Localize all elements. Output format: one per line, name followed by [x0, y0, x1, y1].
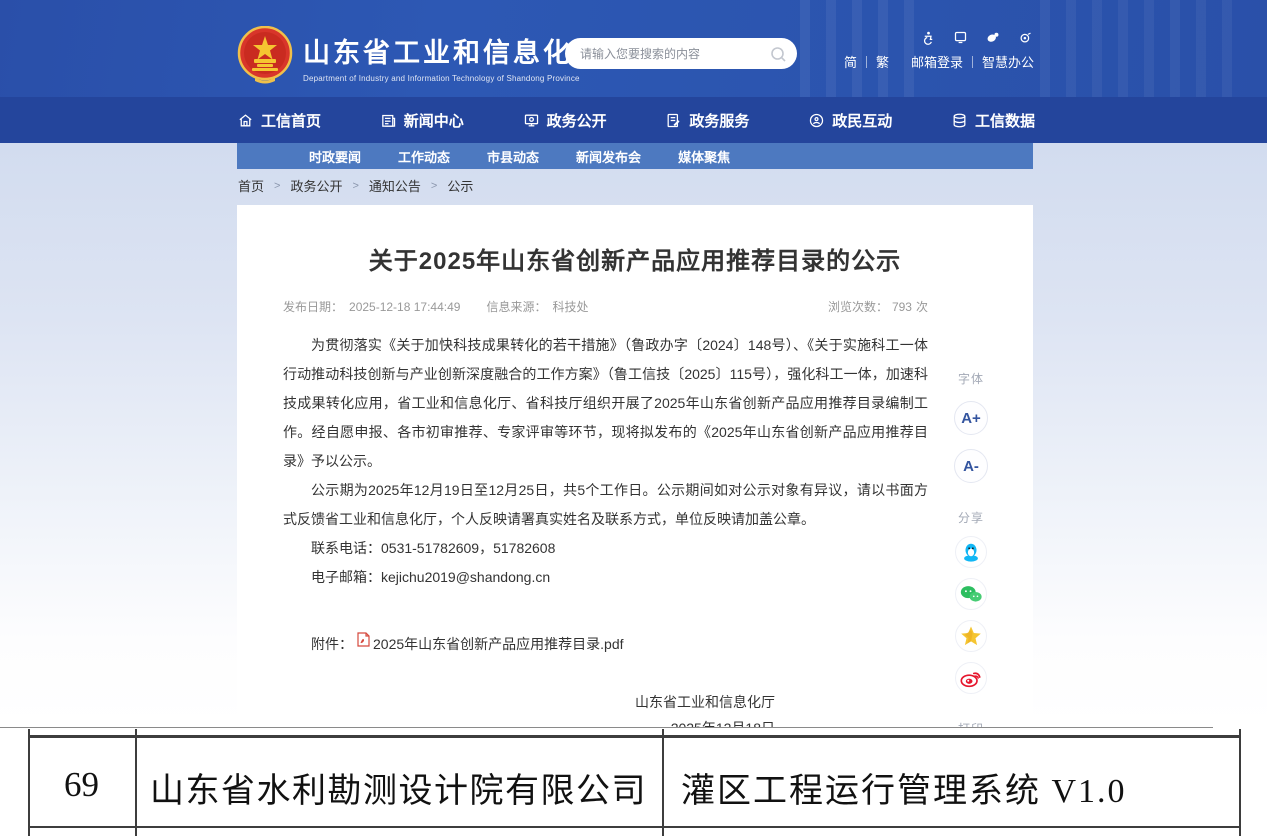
views-label: 浏览次数： [828, 300, 888, 314]
chevron-right-icon: > [352, 180, 358, 192]
nav-item-label: 工信首页 [261, 110, 321, 131]
table-border [28, 735, 1241, 738]
home-icon [237, 112, 254, 129]
breadcrumb-gov-open[interactable]: 政务公开 [290, 176, 342, 195]
font-increase-button[interactable]: A+ [954, 401, 988, 435]
accessibility-icon[interactable] [921, 30, 936, 45]
qq-share-icon[interactable] [955, 536, 987, 568]
breadcrumb: 首页 > 政务公开 > 通知公告 > 公示 [238, 176, 473, 195]
nav-item-label: 工信数据 [975, 110, 1035, 131]
article-title: 关于2025年山东省创新产品应用推荐目录的公示 [237, 241, 1033, 276]
divider [972, 56, 973, 68]
camera-icon[interactable] [1018, 30, 1033, 45]
nav-item-gov-open[interactable]: 政务公开 [523, 110, 607, 131]
site-subtitle: Department of Industry and Information T… [303, 74, 603, 83]
nav-item-interaction[interactable]: 政民互动 [808, 110, 892, 131]
mail-login-link[interactable]: 邮箱登录 [911, 52, 963, 71]
subnav-item-press[interactable]: 新闻发布会 [576, 147, 641, 166]
share-label: 分享 [958, 509, 984, 526]
screen-icon[interactable] [953, 30, 968, 45]
chevron-right-icon: > [274, 180, 280, 192]
subnav-item-city[interactable]: 市县动态 [487, 147, 539, 166]
database-icon [951, 112, 968, 129]
interaction-icon [808, 112, 825, 129]
views-unit: 次 [916, 300, 928, 314]
tool-sidebar: 字体 A+ A- 分享 [949, 370, 993, 779]
monitor-icon [523, 112, 540, 129]
national-emblem-logo[interactable] [237, 26, 293, 84]
wechat-share-icon[interactable] [955, 578, 987, 610]
nav-item-label: 新闻中心 [404, 110, 464, 131]
nav-item-home[interactable]: 工信首页 [237, 110, 321, 131]
breadcrumb-home[interactable]: 首页 [238, 176, 264, 195]
attachment-label: 附件： [311, 630, 353, 659]
site-title: 山东省工业和信息化厅 [303, 31, 603, 70]
nav-item-data[interactable]: 工信数据 [951, 110, 1035, 131]
contact-email: 电子邮箱：kejichu2019@shandong.cn [283, 563, 928, 592]
font-decrease-button[interactable]: A- [954, 449, 988, 483]
document-pen-icon [665, 112, 682, 129]
table-border [135, 729, 137, 836]
source-value: 科技处 [552, 300, 588, 314]
main-nav-inner: 工信首页 新闻中心 政务公开 [237, 97, 1035, 143]
nav-item-label: 政务服务 [689, 110, 749, 131]
lang-traditional[interactable]: 繁 [876, 52, 889, 71]
publish-date-value: 2025-12-18 17:44:49 [349, 300, 460, 314]
article-paragraph: 为贯彻落实《关于加快科技成果转化的若干措施》（鲁政办字〔2024〕148号）、《… [283, 331, 928, 476]
subnav-item-politics[interactable]: 时政要闻 [309, 147, 361, 166]
search-icon[interactable] [769, 45, 787, 63]
article-paragraph: 公示期为2025年12月19日至12月25日，共5个工作日。公示期间如对公示对象… [283, 476, 928, 534]
pdf-icon [357, 628, 370, 657]
nav-item-label: 政民互动 [832, 110, 892, 131]
page-root: 山东省工业和信息化厅 Department of Industry and In… [0, 0, 1267, 836]
signature-org: 山东省工业和信息化厅 [283, 689, 775, 715]
site-identity: 山东省工业和信息化厅 Department of Industry and In… [303, 31, 603, 83]
weibo-share-icon[interactable] [955, 662, 987, 694]
article-card: 关于2025年山东省创新产品应用推荐目录的公示 发布日期： 2025-12-18 … [237, 205, 1033, 727]
nav-item-label: 政务公开 [547, 110, 607, 131]
views-count: 793 [892, 300, 912, 314]
search-box [565, 38, 797, 69]
pdf-table-preview: 69 山东省水利勘测设计院有限公司 灌区工程运行管理系统 V1.0 [0, 727, 1267, 836]
smart-office-link[interactable]: 智慧办公 [982, 52, 1034, 71]
publish-date-label: 发布日期： [283, 300, 343, 314]
source-label: 信息来源： [486, 300, 546, 314]
article-meta-views: 浏览次数： 793 次 [824, 298, 928, 315]
chevron-right-icon: > [431, 180, 437, 192]
table-border [0, 727, 1213, 728]
table-row-company: 山东省水利勘测设计院有限公司 [150, 763, 647, 812]
table-border [1239, 729, 1241, 836]
table-border [28, 826, 1241, 828]
header-links: 简 繁 邮箱登录 智慧办公 [844, 52, 1034, 71]
subnav-item-work[interactable]: 工作动态 [398, 147, 450, 166]
article-meta-left: 发布日期： 2025-12-18 17:44:49 信息来源： 科技处 [283, 298, 594, 315]
qzone-star-share-icon[interactable] [955, 620, 987, 652]
nav-item-gov-service[interactable]: 政务服务 [665, 110, 749, 131]
divider [866, 56, 867, 68]
attachment-link[interactable]: 2025年山东省创新产品应用推荐目录.pdf [373, 630, 624, 659]
attachment-row: 附件： 2025年山东省创新产品应用推荐目录.pdf [283, 630, 928, 659]
breadcrumb-current: 公示 [447, 176, 473, 195]
header-watermark [800, 0, 930, 97]
header-quick-icons [921, 30, 1033, 45]
top-header: 山东省工业和信息化厅 Department of Industry and In… [0, 0, 1267, 97]
contact-phone: 联系电话：0531-51782609，51782608 [283, 534, 928, 563]
main-nav: 工信首页 新闻中心 政务公开 [0, 97, 1267, 143]
breadcrumb-notices[interactable]: 通知公告 [369, 176, 421, 195]
search-input[interactable] [580, 47, 769, 61]
table-row-number: 69 [28, 765, 135, 805]
table-row-product: 灌区工程运行管理系统 V1.0 [681, 763, 1127, 812]
nav-item-news[interactable]: 新闻中心 [380, 110, 464, 131]
article-body: 为贯彻落实《关于加快科技成果转化的若干措施》（鲁政办字〔2024〕148号）、《… [283, 331, 928, 741]
article-meta: 发布日期： 2025-12-18 17:44:49 信息来源： 科技处 浏览次数： 79… [283, 298, 928, 315]
lang-simplified[interactable]: 简 [844, 52, 857, 71]
header-watermark [1040, 0, 1240, 97]
subnav-item-media[interactable]: 媒体聚焦 [678, 147, 730, 166]
mouse-icon[interactable] [985, 30, 1001, 45]
news-subnav: 时政要闻 工作动态 市县动态 新闻发布会 媒体聚焦 [237, 143, 1033, 169]
table-border [662, 729, 664, 836]
newspaper-icon [380, 112, 397, 129]
font-size-label: 字体 [958, 370, 984, 387]
